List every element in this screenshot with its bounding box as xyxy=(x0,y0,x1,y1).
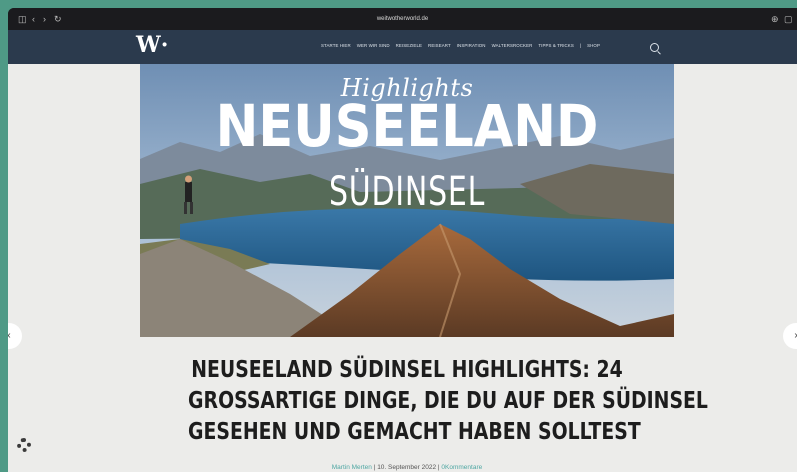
share-icon[interactable]: ⊕ xyxy=(771,14,779,24)
sidebar-toggle-icon[interactable]: ◫ xyxy=(18,14,27,24)
menu-item-reiseart[interactable]: REISEART xyxy=(428,43,451,48)
comments-link[interactable]: 0Kommentare xyxy=(441,464,482,471)
forward-icon[interactable]: › xyxy=(43,14,46,24)
gear-icon[interactable] xyxy=(17,438,31,452)
menu-item-waltersrocker[interactable]: WALTERSROCKER xyxy=(492,43,533,48)
address-bar[interactable]: weitwotherworld.de xyxy=(308,13,497,25)
page-content: Highlights NEUSEELAND SÜDINSEL ‹ › NEUSE… xyxy=(8,64,797,472)
browser-window: ◫ ‹ › ↻ weitwotherworld.de ⊕ ▢ W· STARTE… xyxy=(8,8,797,472)
site-logo[interactable]: W· xyxy=(136,32,168,58)
menu-item-reiseziele[interactable]: REISEZIELE xyxy=(396,43,422,48)
search-icon[interactable] xyxy=(650,43,659,52)
tabs-icon[interactable]: ▢ xyxy=(784,14,793,24)
article-meta: Martin Merten | 10. September 2022 | 0Ko… xyxy=(140,464,674,471)
hero-image: Highlights NEUSEELAND SÜDINSEL xyxy=(140,64,674,337)
menu-item-shop[interactable]: SHOP xyxy=(587,43,600,48)
headline-line: GROSSARTIGE DINGE, DIE DU AUF DER SÜDINS… xyxy=(188,388,708,414)
site-header: W· STARTE HIER WER WIR SIND REISEZIELE R… xyxy=(8,30,797,64)
author-link[interactable]: Martin Merten xyxy=(332,464,372,471)
menu-item-tipps-tricks[interactable]: TIPPS & TRICKS xyxy=(538,43,573,48)
reload-icon[interactable]: ↻ xyxy=(54,14,62,24)
main-menu: STARTE HIER WER WIR SIND REISEZIELE REIS… xyxy=(321,43,600,48)
back-icon[interactable]: ‹ xyxy=(32,14,35,24)
menu-item-wer-wir-sind[interactable]: WER WIR SIND xyxy=(357,43,390,48)
headline-line: GESEHEN UND GEMACHT HABEN SOLLTEST xyxy=(188,419,641,445)
publish-date: 10. September 2022 xyxy=(377,464,437,471)
article-headline: NEUSEELAND SÜDINSEL HIGHLIGHTS: 24 GROSS… xyxy=(140,355,708,448)
hero-title: NEUSEELAND xyxy=(215,92,599,160)
browser-toolbar: ◫ ‹ › ↻ weitwotherworld.de ⊕ ▢ xyxy=(8,8,797,30)
menu-item-inspiration[interactable]: INSPIRATION xyxy=(457,43,486,48)
slider-prev-button[interactable]: ‹ xyxy=(8,323,22,349)
slider-next-button[interactable]: › xyxy=(783,323,797,349)
headline-line: NEUSEELAND SÜDINSEL HIGHLIGHTS: 24 xyxy=(191,357,623,383)
menu-separator: | xyxy=(579,43,582,48)
menu-item-starte-hier[interactable]: STARTE HIER xyxy=(321,43,351,48)
hero-subtitle: SÜDINSEL xyxy=(328,169,486,215)
